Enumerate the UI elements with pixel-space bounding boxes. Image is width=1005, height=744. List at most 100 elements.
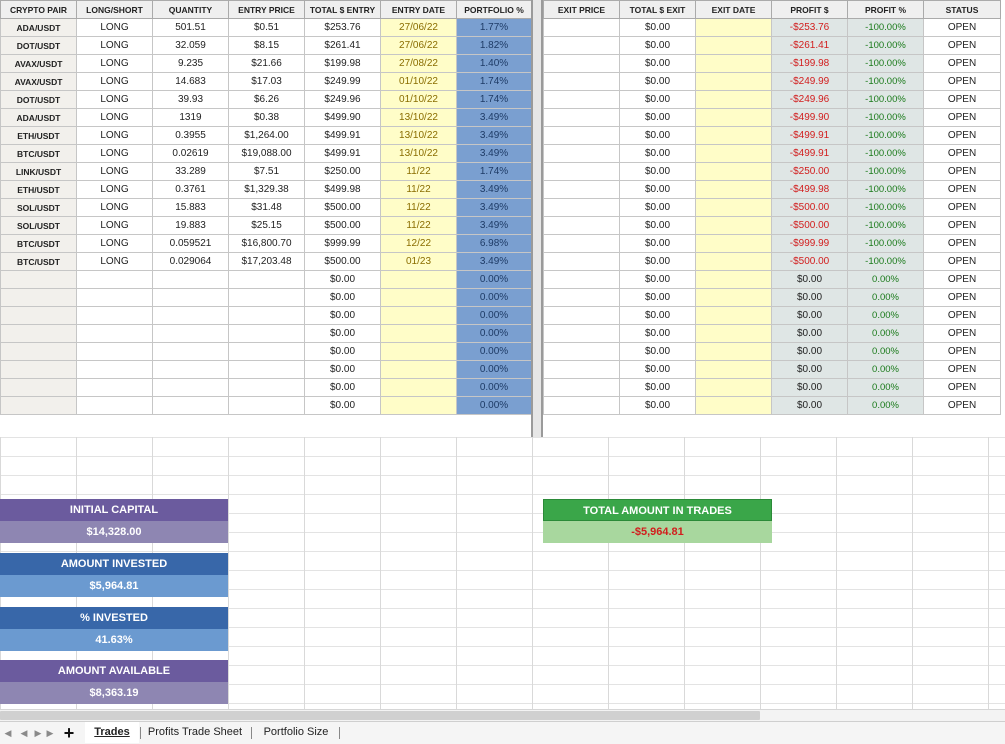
profit-pct-cell[interactable]: 0.00% [847,288,924,307]
profit-pct-cell[interactable]: -100.00% [847,108,924,127]
profit-pct-cell[interactable]: -100.00% [847,54,924,73]
total-exit-cell[interactable]: $0.00 [619,324,696,343]
exit-price-cell[interactable] [543,360,620,379]
entry-date-cell[interactable]: 27/08/22 [380,54,457,73]
status-cell[interactable]: OPEN [923,54,1001,73]
quantity-cell[interactable]: 19.883 [152,216,229,235]
exit-price-cell[interactable] [543,270,620,289]
profit-pct-cell[interactable]: -100.00% [847,36,924,55]
entry-price-cell[interactable]: $21.66 [228,54,305,73]
portfolio-pct-cell[interactable]: 0.00% [456,342,532,361]
profit-pct-cell[interactable]: -100.00% [847,162,924,181]
crypto-pair-cell[interactable]: BTC/USDT [0,252,77,271]
profit-pct-cell[interactable]: -100.00% [847,90,924,109]
portfolio-pct-cell[interactable]: 1.74% [456,72,532,91]
quantity-cell[interactable]: 1319 [152,108,229,127]
entry-price-cell[interactable]: $17.03 [228,72,305,91]
exit-price-cell[interactable] [543,180,620,199]
total-entry-cell[interactable]: $999.99 [304,234,381,253]
total-entry-cell[interactable]: $500.00 [304,252,381,271]
exit-price-cell[interactable] [543,378,620,397]
profit-usd-cell[interactable]: $0.00 [771,378,848,397]
profit-pct-cell[interactable]: 0.00% [847,270,924,289]
crypto-pair-cell[interactable] [0,396,77,415]
entry-date-cell[interactable] [380,360,457,379]
status-cell[interactable]: OPEN [923,144,1001,163]
status-cell[interactable]: OPEN [923,162,1001,181]
portfolio-pct-cell[interactable]: 3.49% [456,144,532,163]
total-exit-cell[interactable]: $0.00 [619,288,696,307]
total-exit-cell[interactable]: $0.00 [619,306,696,325]
crypto-pair-cell[interactable] [0,306,77,325]
entry-price-cell[interactable]: $17,203.48 [228,252,305,271]
total-entry-cell[interactable]: $0.00 [304,378,381,397]
header-status[interactable]: STATUS [923,0,1001,19]
total-entry-cell[interactable]: $0.00 [304,288,381,307]
status-cell[interactable]: OPEN [923,396,1001,415]
exit-price-cell[interactable] [543,108,620,127]
status-cell[interactable]: OPEN [923,18,1001,37]
crypto-pair-cell[interactable]: ADA/USDT [0,18,77,37]
total-entry-cell[interactable]: $0.00 [304,342,381,361]
portfolio-pct-cell[interactable]: 0.00% [456,378,532,397]
portfolio-pct-cell[interactable]: 3.49% [456,126,532,145]
profit-pct-cell[interactable]: 0.00% [847,396,924,415]
portfolio-pct-cell[interactable]: 1.40% [456,54,532,73]
quantity-cell[interactable]: 501.51 [152,18,229,37]
entry-price-cell[interactable]: $0.51 [228,18,305,37]
exit-date-cell[interactable] [695,288,772,307]
profit-usd-cell[interactable]: -$253.76 [771,18,848,37]
profit-pct-cell[interactable]: 0.00% [847,324,924,343]
header-exit-date[interactable]: EXIT DATE [695,0,772,19]
profit-pct-cell[interactable]: -100.00% [847,216,924,235]
profit-usd-cell[interactable]: $0.00 [771,396,848,415]
profit-pct-cell[interactable]: 0.00% [847,342,924,361]
entry-date-cell[interactable] [380,270,457,289]
side-cell[interactable] [76,288,153,307]
header-quantity[interactable]: QUANTITY [152,0,229,19]
crypto-pair-cell[interactable]: ETH/USDT [0,180,77,199]
exit-date-cell[interactable] [695,18,772,37]
side-cell[interactable]: LONG [76,36,153,55]
entry-date-cell[interactable]: 13/10/22 [380,126,457,145]
profit-pct-cell[interactable]: 0.00% [847,378,924,397]
entry-date-cell[interactable]: 11/22 [380,216,457,235]
profit-usd-cell[interactable]: $0.00 [771,288,848,307]
side-cell[interactable]: LONG [76,90,153,109]
total-entry-cell[interactable]: $249.99 [304,72,381,91]
status-cell[interactable]: OPEN [923,234,1001,253]
total-exit-cell[interactable]: $0.00 [619,108,696,127]
total-exit-cell[interactable]: $0.00 [619,18,696,37]
portfolio-pct-cell[interactable]: 1.74% [456,162,532,181]
profit-usd-cell[interactable]: -$250.00 [771,162,848,181]
portfolio-pct-cell[interactable]: 3.49% [456,198,532,217]
entry-date-cell[interactable]: 01/23 [380,252,457,271]
quantity-cell[interactable]: 33.289 [152,162,229,181]
quantity-cell[interactable] [152,360,229,379]
profit-usd-cell[interactable]: $0.00 [771,360,848,379]
exit-date-cell[interactable] [695,162,772,181]
exit-price-cell[interactable] [543,90,620,109]
entry-date-cell[interactable] [380,396,457,415]
total-exit-cell[interactable]: $0.00 [619,234,696,253]
side-cell[interactable] [76,342,153,361]
entry-price-cell[interactable]: $8.15 [228,36,305,55]
quantity-cell[interactable] [152,270,229,289]
quantity-cell[interactable]: 0.029064 [152,252,229,271]
header-profit-pct[interactable]: PROFIT % [847,0,924,19]
horizontal-scrollbar[interactable] [0,709,1005,721]
portfolio-pct-cell[interactable]: 1.74% [456,90,532,109]
spreadsheet[interactable]: CRYPTO PAIR LONG/SHORT QUANTITY ENTRY PR… [0,0,1005,709]
total-entry-cell[interactable]: $0.00 [304,270,381,289]
total-entry-cell[interactable]: $499.91 [304,126,381,145]
amount-available-box[interactable]: AMOUNT AVAILABLE $8,363.19 [0,660,228,704]
total-entry-cell[interactable]: $0.00 [304,306,381,325]
profit-pct-cell[interactable]: 0.00% [847,360,924,379]
crypto-pair-cell[interactable]: ADA/USDT [0,108,77,127]
entry-date-cell[interactable]: 11/22 [380,162,457,181]
exit-date-cell[interactable] [695,198,772,217]
quantity-cell[interactable]: 0.3761 [152,180,229,199]
header-total-entry[interactable]: TOTAL $ ENTRY [304,0,381,19]
entry-price-cell[interactable]: $25.15 [228,216,305,235]
quantity-cell[interactable]: 32.059 [152,36,229,55]
